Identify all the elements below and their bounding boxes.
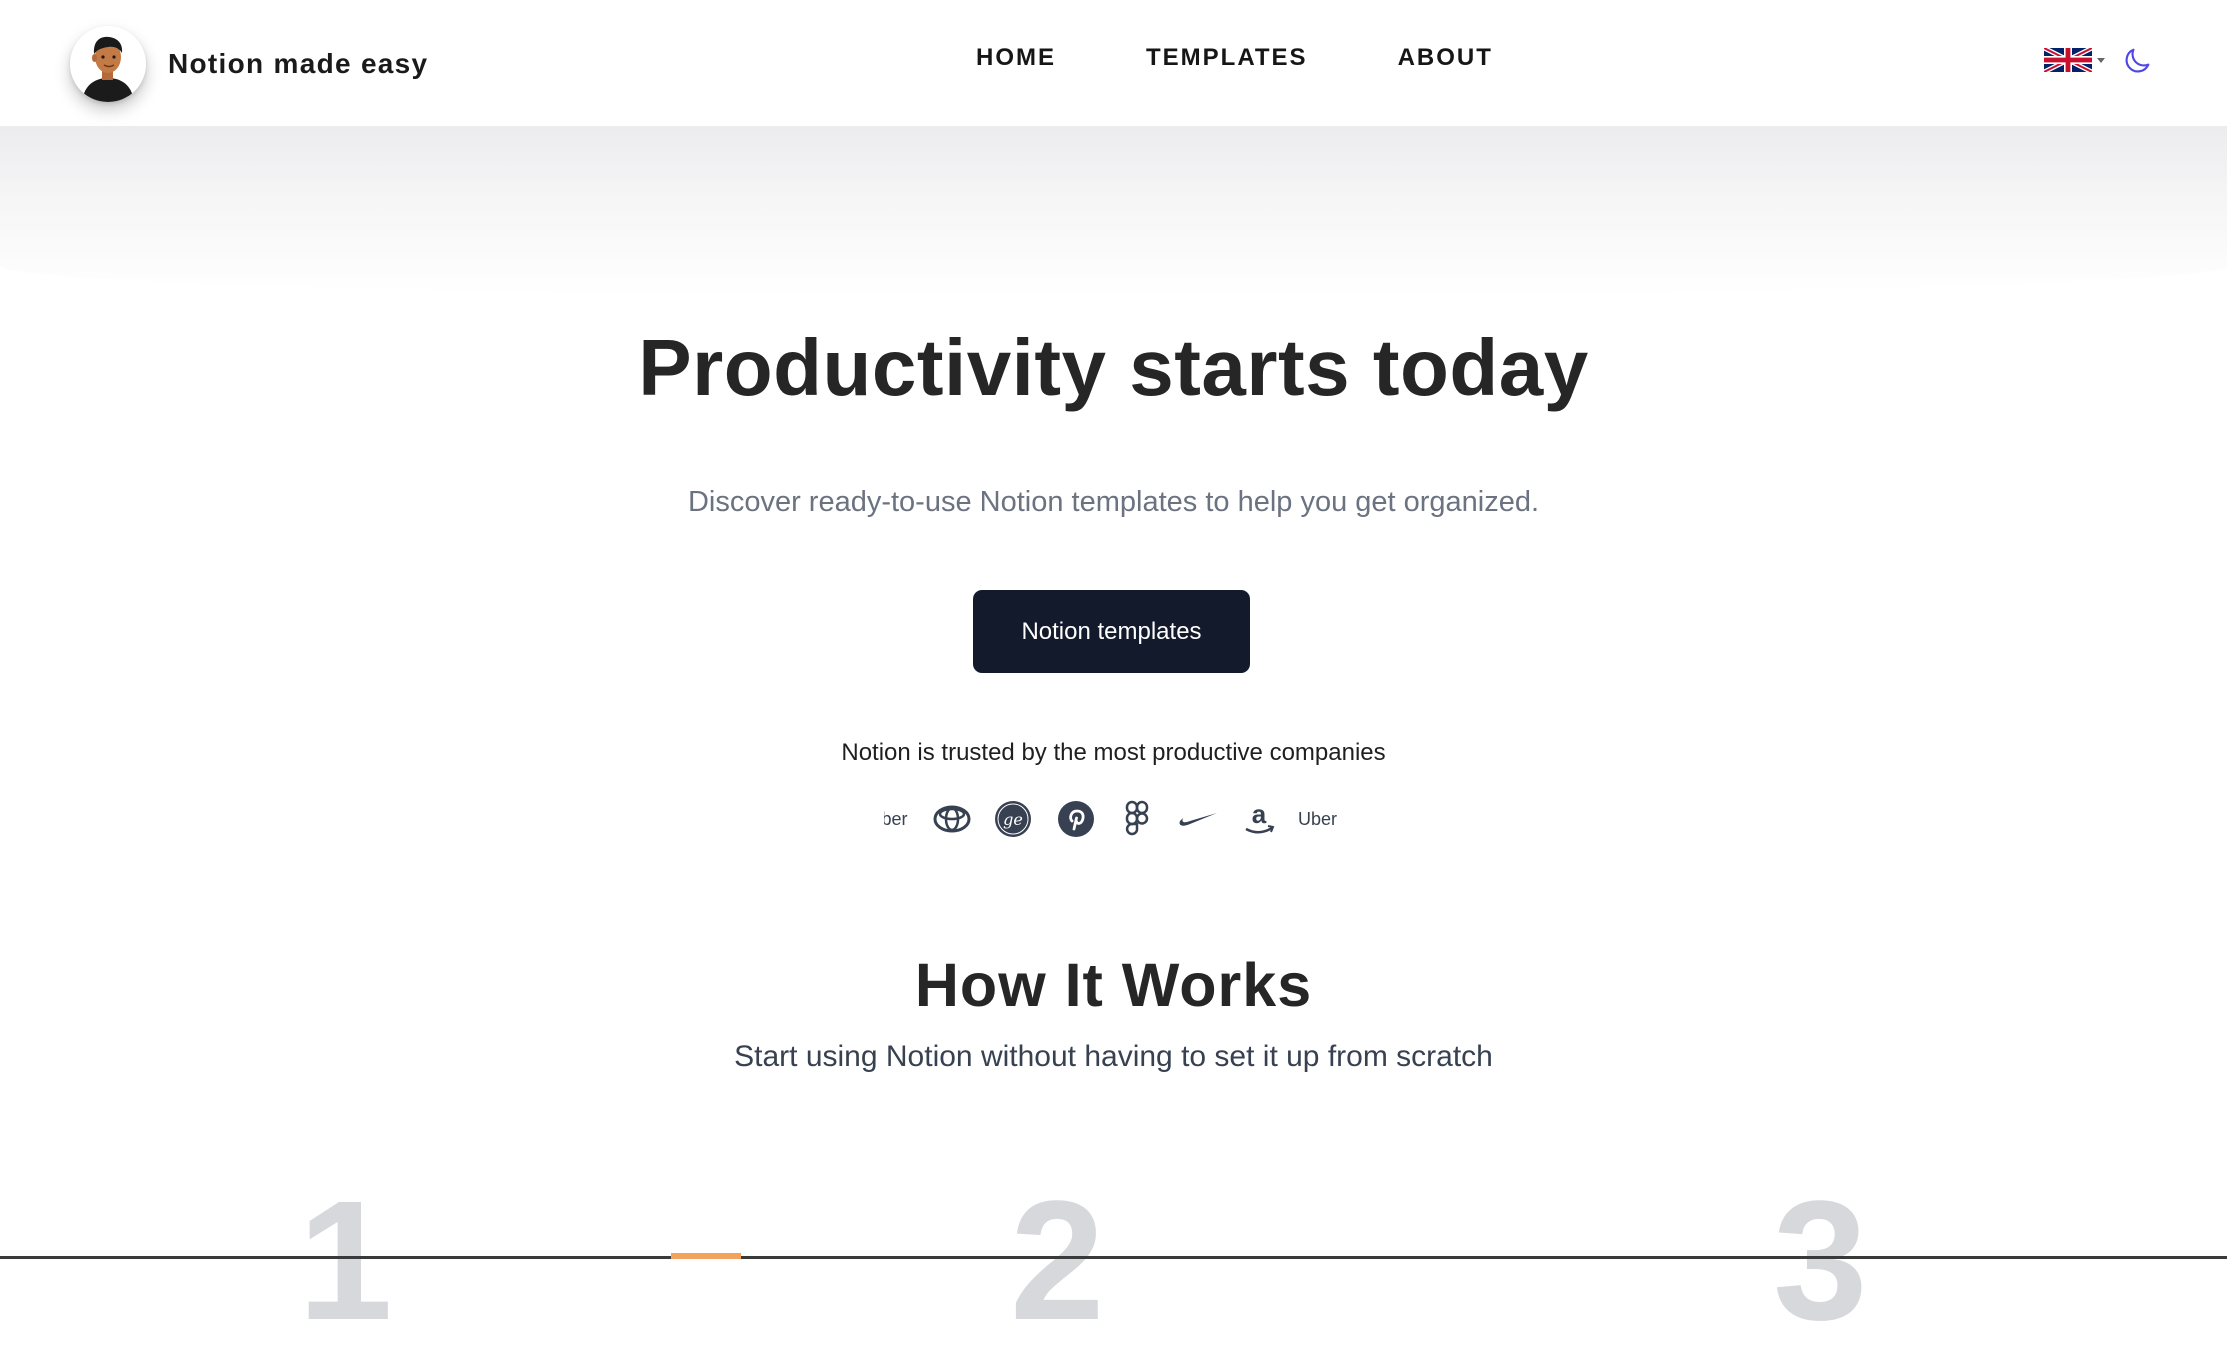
- notion-templates-button[interactable]: Notion templates: [973, 590, 1250, 673]
- main-nav: HOME TEMPLATES ABOUT: [976, 44, 1493, 72]
- figma-logo: [1115, 797, 1159, 841]
- uk-flag-icon: [2044, 48, 2092, 72]
- pinterest-logo: [1054, 797, 1098, 841]
- nike-logo: [1176, 797, 1220, 841]
- hero-subtitle: Discover ready-to-use Notion templates t…: [687, 486, 1540, 518]
- svg-text:ge: ge: [1003, 810, 1023, 829]
- moon-icon: [2125, 48, 2150, 73]
- step-number-2: 2: [1010, 1166, 1105, 1356]
- nav-templates[interactable]: TEMPLATES: [1146, 44, 1308, 72]
- chevron-down-icon: [2097, 57, 2105, 63]
- avatar-illustration: [70, 26, 146, 102]
- brand-name: Notion made easy: [168, 48, 429, 79]
- ge-logo: ge: [991, 797, 1035, 841]
- brand-link[interactable]: Notion made easy: [70, 26, 428, 102]
- amazon-logo: a: [1237, 797, 1281, 841]
- hero-background-shade: [0, 126, 2227, 296]
- uber-logo: Uber: [884, 808, 908, 829]
- avatar: [70, 26, 146, 102]
- hero-title: Productivity starts today: [638, 323, 1589, 412]
- svg-text:a: a: [1252, 799, 1267, 829]
- step-illustration-peek: [671, 1253, 741, 1259]
- uber-logo: Uber: [1298, 808, 1338, 829]
- trusted-text: Notion is trusted by the most productive…: [841, 739, 1386, 766]
- step-number-3: 3: [1773, 1166, 1868, 1356]
- company-logos-carousel: Uber ge: [884, 797, 1338, 841]
- site-header: Notion made easy HOME TEMPLATES ABOUT: [0, 0, 2227, 126]
- theme-toggle[interactable]: [2120, 44, 2154, 83]
- nav-home[interactable]: HOME: [976, 44, 1056, 72]
- how-it-works-subtitle: Start using Notion without having to set…: [734, 1040, 1493, 1073]
- step-number-1: 1: [298, 1166, 393, 1356]
- toyota-logo: [930, 797, 974, 841]
- language-selector[interactable]: [2044, 47, 2105, 73]
- nav-about[interactable]: ABOUT: [1398, 44, 1493, 72]
- how-it-works-title: How It Works: [914, 951, 1313, 1019]
